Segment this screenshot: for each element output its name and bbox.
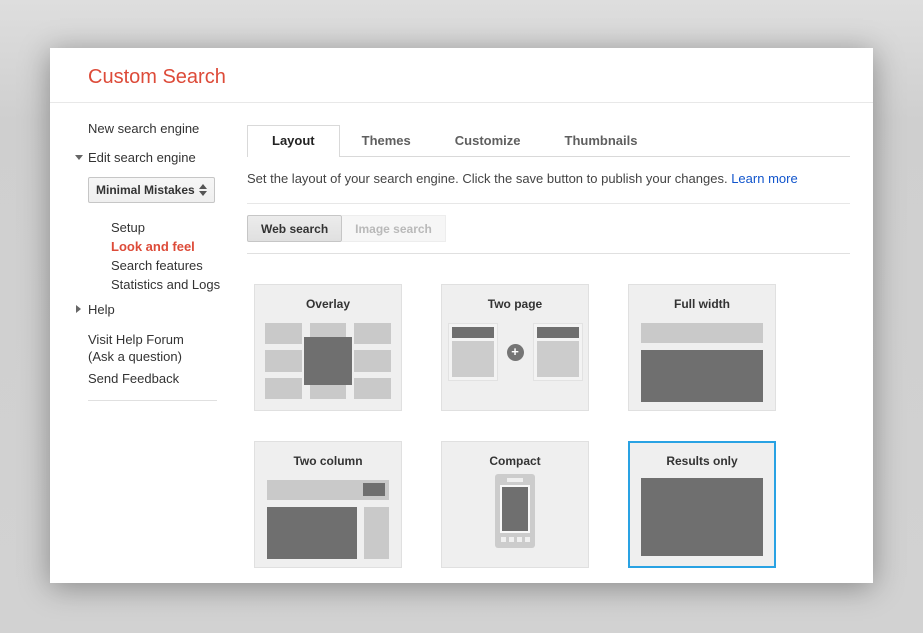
sidebar-item-setup[interactable]: Setup [111,218,247,237]
web-search-toggle[interactable]: Web search [247,215,342,242]
triangle-up-icon [199,184,207,189]
layout-description: Set the layout of your search engine. Cl… [247,171,850,186]
tab-layout[interactable]: Layout [247,125,340,157]
sidebar-item-edit-search-engine[interactable]: Edit search engine [88,150,247,165]
layout-option-title: Two page [442,297,588,311]
visit-help-forum-line2: (Ask a question) [88,348,247,365]
divider [247,203,850,204]
divider [247,253,850,254]
diagram-page [533,323,583,381]
phone-screen [500,485,530,533]
sidebar-divider [88,400,217,401]
diagram-block [354,323,391,344]
phone-buttons [495,537,535,542]
two-page-layout-diagram: + [442,323,588,381]
tab-bar: Layout Themes Customize Thumbnails [247,125,850,157]
diagram-block [502,487,528,531]
layout-option-two-column[interactable]: Two column [254,441,402,568]
diagram-block [354,378,391,399]
diagram-block [363,483,385,496]
diagram-block [641,323,763,343]
layout-option-title: Compact [442,454,588,468]
phone-button [525,537,530,542]
two-column-layout-diagram [267,480,389,559]
diagram-block [265,378,302,399]
tab-thumbnails[interactable]: Thumbnails [543,126,660,156]
sidebar-item-visit-help-forum[interactable]: Visit Help Forum (Ask a question) [88,331,247,365]
results-only-layout-diagram [641,478,763,556]
diagram-block [537,327,579,338]
select-spinner-icon [199,184,207,196]
phone-speaker [507,478,523,482]
layout-option-title: Overlay [255,297,401,311]
layout-option-overlay[interactable]: Overlay [254,284,402,411]
diagram-overlay-box [304,337,352,385]
diagram-page [448,323,498,381]
learn-more-link[interactable]: Learn more [731,171,797,186]
desktop-background: Custom Search New search engine Edit sea… [0,0,923,633]
sidebar-item-statistics-and-logs[interactable]: Statistics and Logs [111,275,247,294]
page-title: Custom Search [88,66,873,89]
image-search-toggle[interactable]: Image search [342,215,446,242]
sidebar-item-look-and-feel[interactable]: Look and feel [111,237,247,256]
custom-search-window: Custom Search New search engine Edit sea… [50,48,873,583]
diagram-block [265,350,302,371]
sidebar-item-label: New search engine [88,121,199,136]
engine-select[interactable]: Minimal Mistakes [88,177,215,203]
sidebar-item-new-search-engine[interactable]: New search engine [88,121,247,136]
sidebar-item-search-features[interactable]: Search features [111,256,247,275]
main-content: Layout Themes Customize Thumbnails Set t… [247,103,873,582]
sidebar-item-help[interactable]: Help [88,302,247,317]
diagram-block [267,507,357,559]
diagram-block [354,350,391,371]
sidebar-item-send-feedback[interactable]: Send Feedback [88,371,247,386]
engine-section-list: Setup Look and feel Search features Stat… [111,218,247,294]
sidebar-item-label: Help [88,302,115,317]
layout-option-title: Two column [255,454,401,468]
layout-option-two-page[interactable]: Two page + [441,284,589,411]
chevron-down-icon [75,155,83,160]
overlay-layout-diagram [265,323,391,399]
layout-options-grid: Overlay [254,284,850,568]
search-mode-toggle-group: Web search Image search [247,215,850,242]
phone-button [509,537,514,542]
diagram-block [452,327,494,338]
layout-option-title: Full width [629,297,775,311]
phone-button [501,537,506,542]
layout-option-compact[interactable]: Compact [441,441,589,568]
description-text: Set the layout of your search engine. Cl… [247,171,728,186]
layout-option-results-only[interactable]: Results only [628,441,776,568]
layout-option-title: Results only [630,454,774,468]
diagram-row [267,507,389,559]
layout-option-full-width[interactable]: Full width [628,284,776,411]
chevron-right-icon [76,305,81,313]
triangle-down-icon [199,191,207,196]
tab-themes[interactable]: Themes [340,126,433,156]
tab-customize[interactable]: Customize [433,126,543,156]
engine-select-value: Minimal Mistakes [96,183,195,197]
diagram-block [537,341,579,377]
sidebar-item-label: Send Feedback [88,371,179,386]
phone-button [517,537,522,542]
diagram-block [265,323,302,344]
compact-layout-diagram [495,474,535,548]
sidebar-item-label: Edit search engine [88,150,196,165]
diagram-block [267,480,389,500]
full-width-layout-diagram [641,323,763,402]
sidebar: New search engine Edit search engine Min… [50,103,247,582]
diagram-block [641,350,763,402]
app-header: Custom Search [50,48,873,103]
visit-help-forum-line1: Visit Help Forum [88,331,247,348]
diagram-block [364,507,389,559]
diagram-block [452,341,494,377]
plus-icon: + [507,344,524,361]
